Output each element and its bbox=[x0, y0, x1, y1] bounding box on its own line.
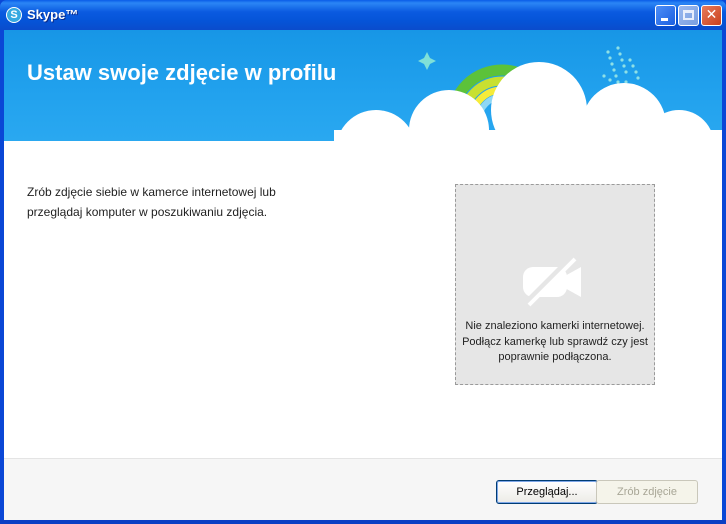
browse-button[interactable]: Przeglądaj... bbox=[496, 480, 598, 504]
maximize-button[interactable] bbox=[678, 5, 699, 26]
skype-logo-icon: S bbox=[6, 7, 22, 23]
page-title: Ustaw swoje zdjęcie w profilu bbox=[27, 60, 337, 85]
dialog-content: Ustaw swoje zdjęcie w profilu Zrób zdjęc… bbox=[4, 30, 722, 520]
maximize-icon bbox=[683, 10, 694, 20]
take-photo-button[interactable]: Zrób zdjęcie bbox=[596, 480, 698, 504]
no-webcam-message: Nie znaleziono kamerki internetowej. Pod… bbox=[462, 320, 648, 363]
dialog-footer: Przeglądaj... Zrób zdjęcie bbox=[4, 458, 722, 520]
window-border-bottom bbox=[0, 520, 726, 524]
minimize-icon bbox=[661, 18, 668, 21]
instruction-text: Zrób zdjęcie siebie w kamerce internetow… bbox=[27, 185, 276, 219]
title-bar[interactable]: S Skype™ ✕ bbox=[0, 0, 726, 30]
minimize-button[interactable] bbox=[655, 5, 676, 26]
close-icon: ✕ bbox=[705, 7, 718, 23]
close-button[interactable]: ✕ bbox=[701, 5, 722, 26]
header-banner: Ustaw swoje zdjęcie w profilu bbox=[4, 30, 722, 141]
camera-off-icon bbox=[522, 256, 581, 307]
window-border-right bbox=[722, 30, 726, 524]
window-title: Skype™ bbox=[27, 7, 79, 22]
webcam-preview-area: Nie znaleziono kamerki internetowej. Pod… bbox=[455, 184, 655, 385]
skype-window: S Skype™ ✕ Ustaw swoje zdjęcie w profilu… bbox=[0, 0, 726, 524]
